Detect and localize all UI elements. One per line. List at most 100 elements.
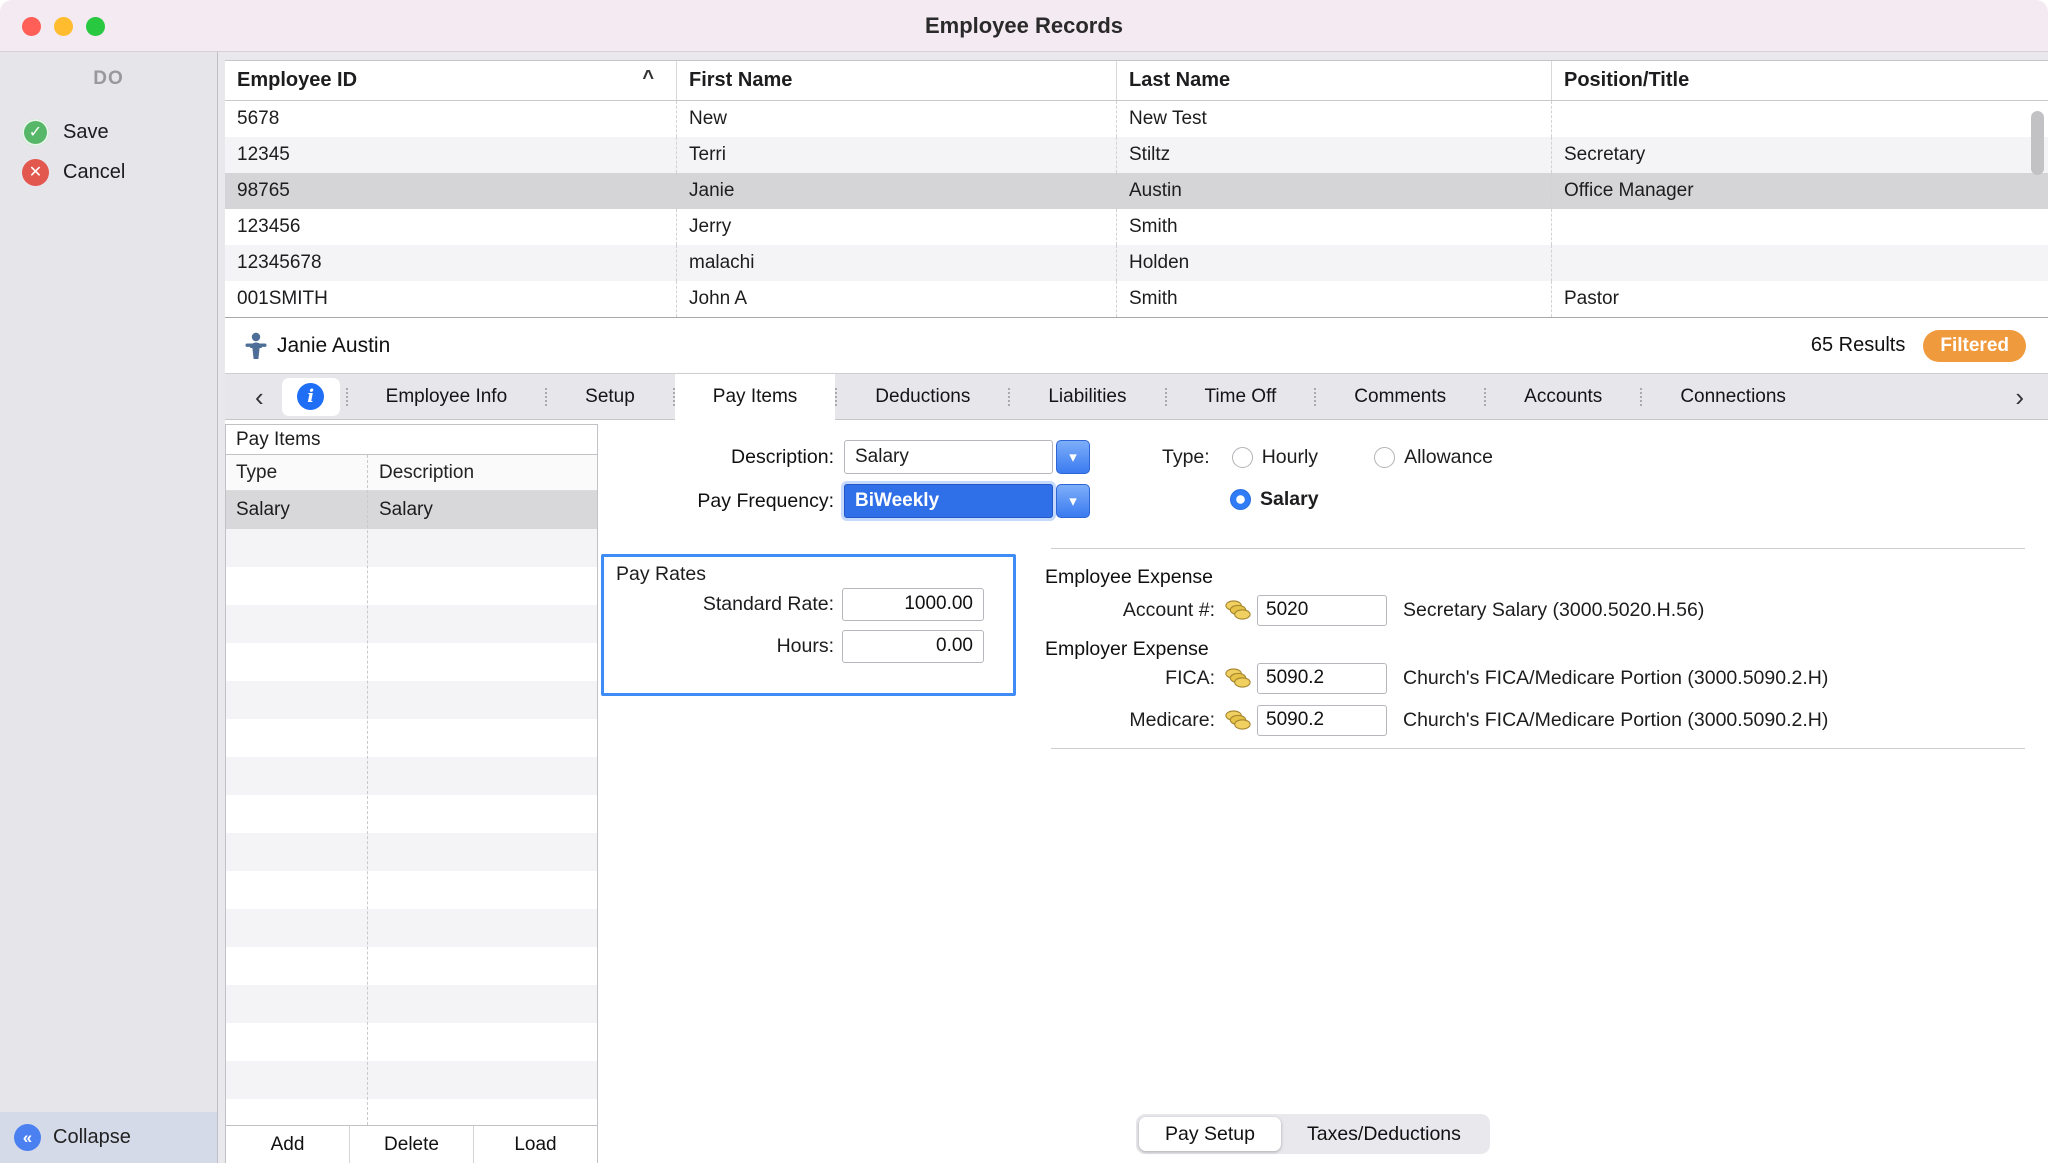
pay-rates-title: Pay Rates xyxy=(616,563,706,586)
pay-item-type: Salary xyxy=(226,499,367,521)
tab-time-off[interactable]: Time Off xyxy=(1167,374,1315,420)
cell-first-name: Terri xyxy=(677,137,1117,173)
account-lookup-icon[interactable] xyxy=(1223,599,1253,621)
account-number-label: Account #: xyxy=(918,599,1223,622)
tabs-scroll-left-button[interactable]: ‹ xyxy=(245,384,274,410)
hours-input[interactable] xyxy=(842,630,984,663)
divider xyxy=(1051,548,2025,549)
column-header-type[interactable]: Type xyxy=(226,462,367,484)
pay-frequency-dropdown-button[interactable]: ▾ xyxy=(1056,484,1090,518)
load-pay-item-button[interactable]: Load xyxy=(474,1126,597,1163)
cell-employee-id: 98765 xyxy=(225,173,677,209)
fica-account-description: Church's FICA/Medicare Portion (3000.509… xyxy=(1403,667,1828,690)
tab-deductions[interactable]: Deductions xyxy=(837,374,1008,420)
description-row: Description: Salary ▾ xyxy=(586,440,1090,474)
app-body: DO ✓ Save ✕ Cancel « Collapse Employee I… xyxy=(0,52,2048,1163)
cell-position: Office Manager xyxy=(1552,173,2048,209)
radio-hourly[interactable] xyxy=(1232,447,1253,468)
table-row[interactable]: 12345 Terri Stiltz Secretary xyxy=(225,137,2048,173)
hours-label: Hours: xyxy=(604,635,842,658)
description-dropdown-button[interactable]: ▾ xyxy=(1056,440,1090,474)
standard-rate-label: Standard Rate: xyxy=(604,593,842,616)
sidebar: DO ✓ Save ✕ Cancel « Collapse xyxy=(0,52,218,1163)
cell-first-name: New xyxy=(677,101,1117,137)
close-window-button[interactable] xyxy=(22,17,41,36)
results-count: 65 Results xyxy=(1811,334,1906,357)
segment-pay-setup[interactable]: Pay Setup xyxy=(1139,1117,1281,1151)
pay-items-panel: Pay Items Type Description Salary Salary… xyxy=(225,424,598,1163)
medicare-account-description: Church's FICA/Medicare Portion (3000.509… xyxy=(1403,709,1828,732)
window-title: Employee Records xyxy=(0,13,2048,39)
table-scrollbar-thumb[interactable] xyxy=(2031,111,2044,175)
cell-position xyxy=(1552,101,2048,137)
filtered-badge[interactable]: Filtered xyxy=(1923,330,2026,362)
cancel-button[interactable]: ✕ Cancel xyxy=(0,152,217,192)
radio-hourly-label: Hourly xyxy=(1262,446,1318,469)
account-number-input[interactable] xyxy=(1257,595,1387,626)
pay-frequency-label: Pay Frequency: xyxy=(586,490,844,513)
column-header-first-name[interactable]: First Name xyxy=(677,61,1117,100)
cell-position xyxy=(1552,209,2048,245)
cell-position: Pastor xyxy=(1552,281,2048,317)
table-row-selected[interactable]: 98765 Janie Austin Office Manager xyxy=(225,173,2048,209)
column-header-employee-id[interactable]: Employee ID ^ xyxy=(225,61,677,100)
column-header-position[interactable]: Position/Title xyxy=(1552,61,2048,100)
radio-salary-label: Salary xyxy=(1260,488,1319,511)
cell-position: Secretary xyxy=(1552,137,2048,173)
person-icon xyxy=(245,332,267,360)
cell-employee-id: 12345678 xyxy=(225,245,677,281)
segment-taxes-deductions[interactable]: Taxes/Deductions xyxy=(1281,1117,1487,1151)
save-button[interactable]: ✓ Save xyxy=(0,112,217,152)
tab-liabilities[interactable]: Liabilities xyxy=(1010,374,1164,420)
fica-row: FICA: Church's FICA/Medicare Portion (30… xyxy=(918,662,1828,694)
description-combobox[interactable]: Salary xyxy=(844,440,1053,474)
column-divider xyxy=(367,455,368,1125)
tab-accounts[interactable]: Accounts xyxy=(1486,374,1640,420)
table-row[interactable]: 123456 Jerry Smith xyxy=(225,209,2048,245)
account-lookup-icon[interactable] xyxy=(1223,667,1253,689)
pay-item-row-selected[interactable]: Salary Salary xyxy=(226,491,597,529)
tab-employee-info[interactable]: Employee Info xyxy=(348,374,545,420)
collapse-label: Collapse xyxy=(53,1126,131,1149)
cell-position xyxy=(1552,245,2048,281)
column-header-description[interactable]: Description xyxy=(367,462,597,484)
medicare-account-input[interactable] xyxy=(1257,705,1387,736)
tab-setup[interactable]: Setup xyxy=(547,374,673,420)
pay-frequency-row: Pay Frequency: BiWeekly ▾ xyxy=(586,484,1090,518)
pay-item-description: Salary xyxy=(367,499,597,521)
tab-comments[interactable]: Comments xyxy=(1316,374,1484,420)
table-row[interactable]: 12345678 malachi Holden xyxy=(225,245,2048,281)
pay-items-panel-title: Pay Items xyxy=(226,425,597,455)
type-label: Type: xyxy=(1162,446,1210,469)
radio-allowance[interactable] xyxy=(1374,447,1395,468)
tabs-scroll-right-button[interactable]: › xyxy=(2005,384,2034,410)
record-bar: Janie Austin 65 Results Filtered xyxy=(225,318,2048,373)
collapse-sidebar-button[interactable]: « Collapse xyxy=(0,1112,217,1163)
add-pay-item-button[interactable]: Add xyxy=(226,1126,350,1163)
app-window: Employee Records DO ✓ Save ✕ Cancel « Co… xyxy=(0,0,2048,1164)
collapse-icon: « xyxy=(14,1124,41,1151)
tab-connections[interactable]: Connections xyxy=(1642,374,1824,420)
column-header-last-name[interactable]: Last Name xyxy=(1117,61,1552,100)
chevron-down-icon: ▾ xyxy=(1069,448,1077,466)
delete-pay-item-button[interactable]: Delete xyxy=(350,1126,474,1163)
table-row[interactable]: 5678 New New Test xyxy=(225,101,2048,137)
cell-last-name: Holden xyxy=(1117,245,1552,281)
traffic-lights xyxy=(22,17,105,36)
fica-account-input[interactable] xyxy=(1257,663,1387,694)
account-row: Account #: Secretary Salary (3000.5020.H… xyxy=(918,594,1704,626)
pay-frequency-combobox[interactable]: BiWeekly xyxy=(844,484,1053,518)
pay-items-column-headers: Type Description xyxy=(226,455,597,491)
tab-info[interactable]: i xyxy=(282,378,340,416)
radio-salary-selected[interactable] xyxy=(1230,489,1251,510)
account-lookup-icon[interactable] xyxy=(1223,709,1253,731)
pay-items-content: Pay Items Type Description Salary Salary… xyxy=(225,420,2048,1163)
tab-pay-items[interactable]: Pay Items xyxy=(675,374,835,420)
type-radio-row-2: Salary xyxy=(1230,484,1319,514)
cell-employee-id: 001SMITH xyxy=(225,281,677,317)
zoom-window-button[interactable] xyxy=(86,17,105,36)
table-row[interactable]: 001SMITH John A Smith Pastor xyxy=(225,281,2048,317)
title-bar: Employee Records xyxy=(0,0,2048,52)
pay-items-list: Salary Salary xyxy=(226,491,597,1125)
minimize-window-button[interactable] xyxy=(54,17,73,36)
